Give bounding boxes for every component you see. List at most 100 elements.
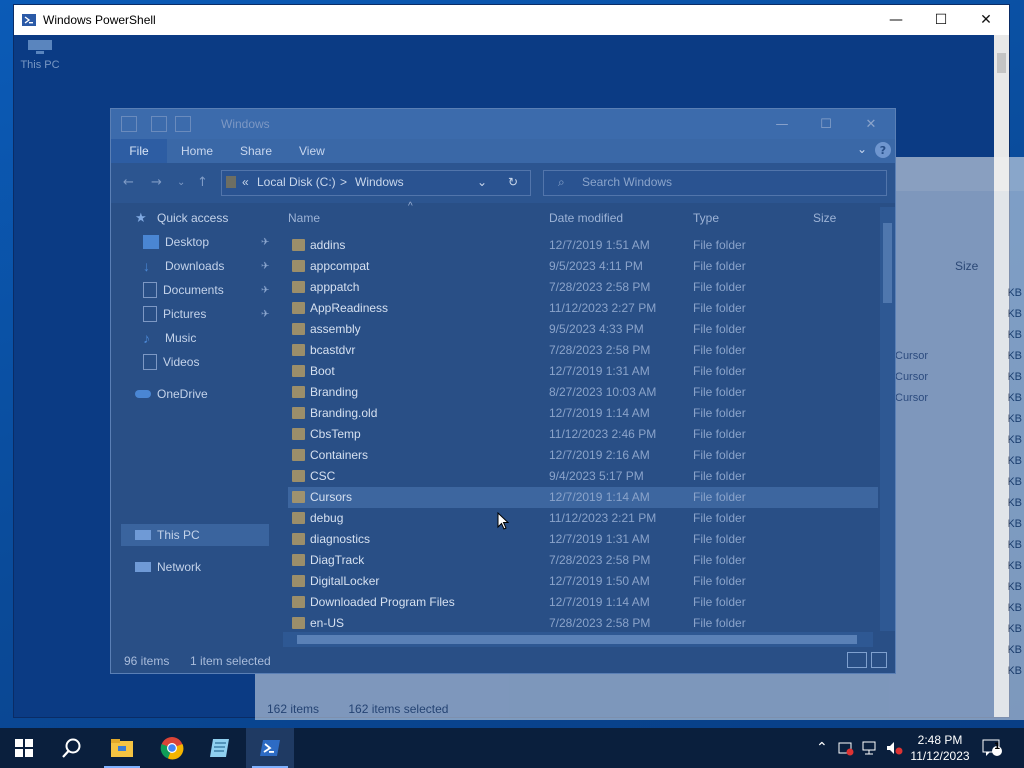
nav-item-onedrive[interactable]: OneDrive [135,383,208,405]
close-button[interactable]: ✕ [963,5,1009,35]
large-icons-view-icon[interactable] [871,652,887,668]
address-input[interactable]: « Local Disk (C:) > Windows ⌄ ↻ [221,170,531,196]
folder-icon [292,596,305,608]
nav-item-music[interactable]: ♪ Music [143,327,196,349]
taskbar-file-explorer[interactable] [98,728,146,768]
explorer-maximize-button[interactable]: ☐ [803,109,849,139]
maximize-button[interactable]: ☐ [918,5,964,35]
file-type: File folder [693,280,746,294]
column-header-name[interactable]: Name [288,211,320,225]
nav-item-downloads[interactable]: ↓ Downloads ✈ [143,255,269,277]
properties-icon[interactable] [151,116,167,132]
table-row[interactable]: Downloaded Program Files 12/7/2019 1:14 A… [288,592,878,613]
up-arrow-icon[interactable]: ↑ [197,175,208,190]
file-explorer-window[interactable]: Windows — ☐ ✕ File Home Share View ⌄ ? ←… [111,109,895,673]
nav-item-network[interactable]: Network [135,556,201,578]
forward-arrow-icon[interactable]: → [151,175,162,190]
scrollbar-thumb[interactable] [297,635,857,644]
pin-icon[interactable]: ✈ [261,285,269,296]
nav-item-this-pc[interactable]: This PC [135,524,200,546]
table-row[interactable]: Branding 8/27/2023 10:03 AM File folder [288,382,878,403]
table-row[interactable]: DigitalLocker 12/7/2019 1:50 AM File folde… [288,571,878,592]
nav-item-pictures[interactable]: Pictures ✈ [143,303,269,325]
ribbon-expand-icon[interactable]: ⌄ [857,142,867,156]
column-header-date[interactable]: Date modified [549,211,623,225]
search-input[interactable]: ⌕ Search Windows [543,170,887,196]
kb-label: KB [1007,434,1022,446]
tab-home[interactable]: Home [181,144,213,158]
navigation-pane[interactable]: ★ Quick access Desktop ✈ ↓ Downloads ✈ D… [111,203,281,643]
start-button[interactable] [0,728,48,768]
videos-icon [143,354,157,370]
table-row[interactable]: Containers 12/7/2019 2:16 AM File folder [288,445,878,466]
scrollbar-thumb[interactable] [883,223,892,303]
nav-item-quick-access[interactable]: ★ Quick access [135,207,228,229]
network-tray-icon[interactable] [862,728,880,768]
security-tray-icon[interactable] [838,728,854,768]
file-type: File folder [693,448,746,462]
nav-item-videos[interactable]: Videos [143,351,199,373]
column-header-size[interactable]: Size [813,211,836,225]
scrollbar-thumb[interactable] [997,53,1006,73]
background-cursor-row: Cursor [895,392,929,404]
pin-icon[interactable]: ✈ [261,237,269,248]
recent-locations-icon[interactable]: ⌄ [177,177,185,188]
size-column-header[interactable]: Size [955,259,978,273]
file-list[interactable]: Name Date modified Type Size ^ addins 12/… [286,201,886,643]
file-list-horizontal-scrollbar[interactable] [283,632,873,647]
table-row[interactable]: Boot 12/7/2019 1:31 AM File folder [288,361,878,382]
show-hidden-icons-button[interactable]: ⌃ [816,728,828,768]
taskbar-notepad[interactable] [196,728,244,768]
tab-share[interactable]: Share [240,144,272,158]
refresh-icon[interactable]: ↻ [508,175,518,189]
tab-file[interactable]: File [111,139,167,163]
maximize-icon: ☐ [934,12,948,28]
details-view-icon[interactable] [847,652,867,668]
nav-item-documents[interactable]: Documents ✈ [143,279,269,301]
column-header-type[interactable]: Type [693,211,719,225]
new-folder-icon[interactable] [175,116,191,132]
taskbar-powershell[interactable] [246,728,294,768]
table-row[interactable]: bcastdvr 7/28/2023 2:58 PM File folder [288,340,878,361]
file-name: CSC [310,469,336,483]
pin-icon[interactable]: ✈ [261,261,269,272]
action-center-button[interactable]: 1 [982,728,1002,768]
minimize-button[interactable]: — [873,5,919,35]
explorer-minimize-button[interactable]: — [759,109,805,139]
explorer-close-button[interactable]: ✕ [848,109,894,139]
address-dropdown-icon[interactable]: ⌄ [477,175,487,189]
breadcrumb-chevron-icon[interactable]: « [242,175,249,189]
search-placeholder: Search Windows [582,175,673,189]
clock-date: 11/12/2023 [910,749,970,763]
table-row[interactable]: debug 11/12/2023 2:21 PM File folder [288,508,878,529]
taskbar-chrome[interactable] [148,728,196,768]
search-button[interactable] [48,728,96,768]
folder-icon [292,512,305,524]
table-row[interactable]: apppatch 7/28/2023 2:58 PM File folder [288,277,878,298]
table-row[interactable]: Cursors 12/7/2019 1:14 AM File folder [288,487,878,508]
explorer-titlebar[interactable]: Windows — ☐ ✕ [111,109,895,139]
help-icon[interactable]: ? [875,142,891,158]
breadcrumb-separator[interactable]: > [340,175,347,189]
tab-view[interactable]: View [299,144,325,158]
taskbar-clock[interactable]: 2:48 PM 11/12/2023 [902,732,978,764]
powershell-titlebar[interactable]: Windows PowerShell — ☐ ✕ [14,5,1009,35]
table-row[interactable]: DiagTrack 7/28/2023 2:58 PM File folder [288,550,878,571]
table-row[interactable]: diagnostics 12/7/2019 1:31 AM File folder [288,529,878,550]
table-row[interactable]: Branding.old 12/7/2019 1:14 AM File folder [288,403,878,424]
table-row[interactable]: appcompat 9/5/2023 4:11 PM File folder [288,256,878,277]
file-list-vertical-scrollbar[interactable] [880,207,895,631]
breadcrumb-windows[interactable]: Windows [355,175,404,189]
table-row[interactable]: en-US 7/28/2023 2:58 PM File folder [288,613,878,634]
pin-icon[interactable]: ✈ [261,309,269,320]
desktop-thispc-icon[interactable]: This PC [18,38,62,71]
nav-item-desktop[interactable]: Desktop ✈ [143,231,269,253]
breadcrumb-local-disk[interactable]: Local Disk (C:) [257,175,336,189]
table-row[interactable]: CSC 9/4/2023 5:17 PM File folder [288,466,878,487]
table-row[interactable]: AppReadiness 11/12/2023 2:27 PM File folde… [288,298,878,319]
table-row[interactable]: CbsTemp 11/12/2023 2:46 PM File folder [288,424,878,445]
table-row[interactable]: assembly 9/5/2023 4:33 PM File folder [288,319,878,340]
back-arrow-icon[interactable]: ← [123,175,134,190]
table-row[interactable]: addins 12/7/2019 1:51 AM File folder [288,235,878,256]
music-icon: ♪ [143,330,150,346]
